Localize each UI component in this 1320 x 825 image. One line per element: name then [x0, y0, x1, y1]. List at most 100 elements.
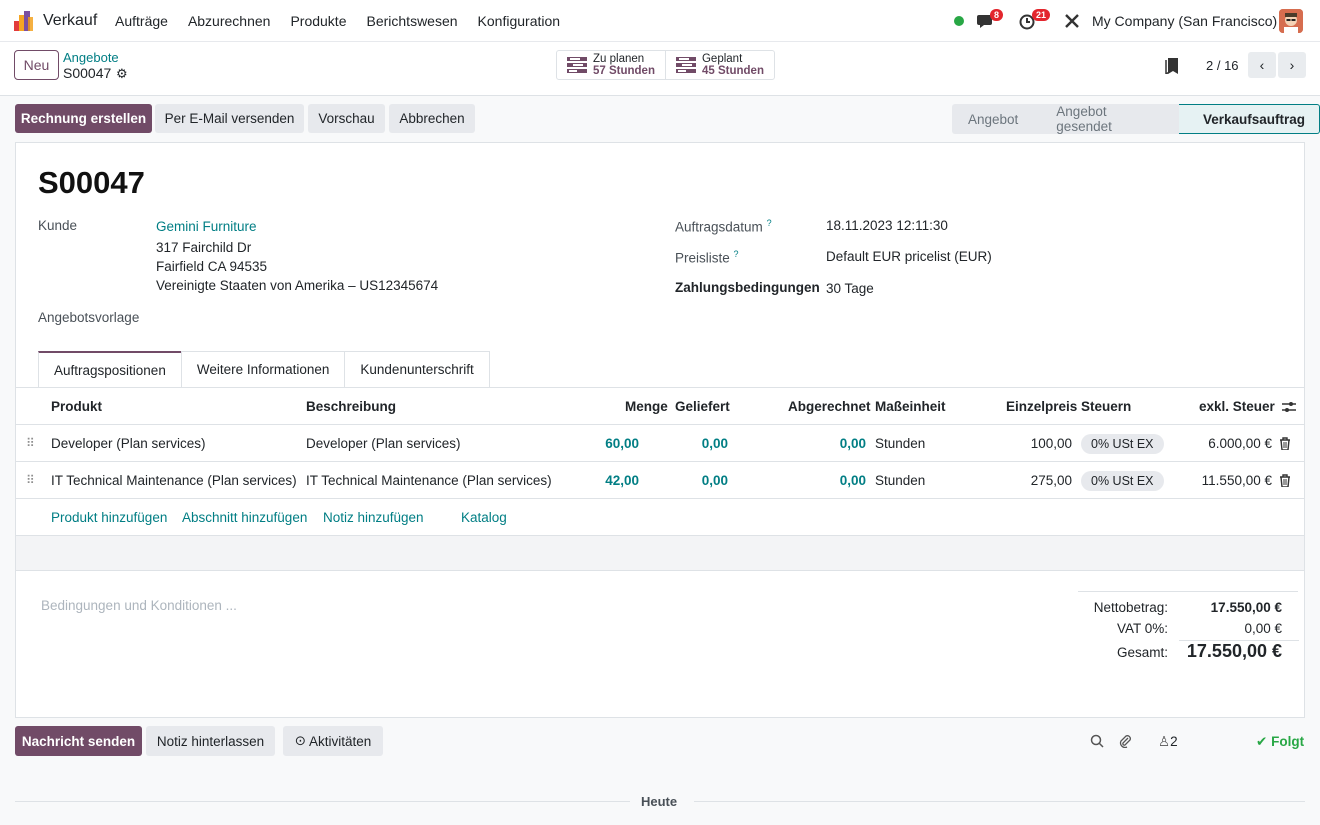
- delete-row-trash-icon[interactable]: [1279, 474, 1291, 487]
- person-icon: ♙: [1158, 734, 1171, 749]
- breadcrumb-quotations[interactable]: Angebote: [63, 50, 119, 65]
- debug-tools-icon[interactable]: [1063, 12, 1081, 30]
- row-delivered[interactable]: 0,00: [656, 473, 728, 488]
- breadcrumb-current: S00047: [63, 65, 112, 81]
- catalog-link[interactable]: Katalog: [461, 510, 507, 525]
- row-description[interactable]: IT Technical Maintenance (Plan services): [306, 473, 552, 488]
- tab-other-info[interactable]: Weitere Informationen: [180, 351, 346, 387]
- add-section-link[interactable]: Abschnitt hinzufügen: [182, 510, 307, 525]
- col-header-delivered[interactable]: Geliefert: [675, 399, 730, 414]
- smart-value: 57 Stunden: [593, 65, 655, 77]
- date-divider-right: [694, 801, 1305, 802]
- check-icon: ✔: [1256, 734, 1268, 749]
- smart-button-planned[interactable]: Geplant 45 Stunden: [666, 51, 774, 79]
- tab-order-lines[interactable]: Auftragspositionen: [38, 351, 182, 387]
- delete-row-trash-icon[interactable]: [1279, 437, 1291, 450]
- add-product-link[interactable]: Produkt hinzufügen: [51, 510, 167, 525]
- row-invoiced: 0,00: [839, 436, 866, 451]
- following-button[interactable]: ✔ Folgt: [1256, 734, 1304, 750]
- app-name[interactable]: Verkauf: [43, 12, 97, 30]
- user-avatar[interactable]: [1279, 9, 1303, 33]
- row-divider: [16, 461, 1304, 462]
- sales-app-icon[interactable]: [14, 11, 34, 31]
- row-uom[interactable]: Stunden: [875, 436, 925, 451]
- stage-quotation-sent[interactable]: Angebot gesendet: [1032, 104, 1179, 134]
- col-header-subtotal[interactable]: exkl. Steuer: [1199, 399, 1275, 414]
- paperclip-icon[interactable]: [1118, 734, 1132, 748]
- tab-customer-signature[interactable]: Kundenunterschrift: [344, 351, 490, 387]
- col-header-invoiced[interactable]: Abgerechnet: [788, 399, 871, 414]
- followers-count: 2: [1170, 734, 1178, 749]
- menu-item-products[interactable]: Produkte: [290, 13, 346, 29]
- menu-item-to-invoice[interactable]: Abzurechnen: [188, 13, 271, 29]
- company-switcher[interactable]: My Company (San Francisco): [1092, 13, 1277, 29]
- row-price[interactable]: 100,00: [996, 436, 1072, 451]
- net-amount-label: Nettobetrag:: [1093, 600, 1168, 615]
- following-label: Folgt: [1271, 734, 1305, 749]
- send-email-button[interactable]: Per E-Mail versenden: [155, 104, 304, 133]
- terms-conditions-input[interactable]: Bedingungen und Konditionen ...: [41, 598, 237, 613]
- row-product[interactable]: IT Technical Maintenance (Plan services): [51, 473, 297, 488]
- row-qty[interactable]: 60,00: [576, 436, 639, 451]
- presence-status-icon[interactable]: [954, 16, 964, 26]
- smart-label: Zu planen: [593, 53, 645, 65]
- order-date-value[interactable]: 18.11.2023 12:11:30: [826, 218, 948, 233]
- col-header-product[interactable]: Produkt: [51, 399, 102, 414]
- row-invoiced: 0,00: [839, 473, 866, 488]
- drag-handle-icon[interactable]: ⠿: [26, 436, 35, 450]
- menu-item-reporting[interactable]: Berichtswesen: [367, 13, 458, 29]
- row-tax-tag[interactable]: 0% USt EX: [1081, 471, 1164, 491]
- new-button[interactable]: Neu: [14, 50, 59, 80]
- col-header-uom[interactable]: Maßeinheit: [875, 399, 946, 414]
- order-date-label-text: Auftragsdatum: [675, 219, 763, 235]
- col-header-taxes[interactable]: Steuern: [1081, 399, 1131, 414]
- row-uom[interactable]: Stunden: [875, 473, 925, 488]
- bookmark-icon[interactable]: [1165, 58, 1179, 74]
- help-icon[interactable]: ?: [767, 218, 772, 228]
- top-navbar: Verkauf Aufträge Abzurechnen Produkte Be…: [0, 0, 1320, 42]
- net-amount-value: 17.550,00 €: [1210, 600, 1282, 615]
- date-separator-today: Heute: [641, 794, 678, 809]
- col-header-qty[interactable]: Menge: [625, 399, 668, 414]
- smart-value: 45 Stunden: [701, 65, 764, 77]
- pricelist-value[interactable]: Default EUR pricelist (EUR): [826, 249, 992, 264]
- smart-button-to-plan[interactable]: Zu planen 57 Stunden: [557, 51, 666, 79]
- pager-next-button[interactable]: ›: [1278, 52, 1306, 78]
- quotation-template-label: Angebotsvorlage: [38, 310, 140, 325]
- row-description[interactable]: Developer (Plan services): [306, 436, 461, 451]
- log-note-button[interactable]: Notiz hinterlassen: [146, 726, 275, 756]
- followers-button[interactable]: ♙2: [1158, 734, 1178, 750]
- pager-value[interactable]: 2 / 16: [1206, 58, 1239, 73]
- payment-terms-value[interactable]: 30 Tage: [826, 281, 874, 296]
- activities-button[interactable]: ⊙ Aktivitäten: [283, 726, 383, 756]
- drag-handle-icon[interactable]: ⠿: [26, 473, 35, 487]
- smart-label: Geplant: [701, 53, 743, 65]
- cancel-button[interactable]: Abbrechen: [389, 104, 475, 133]
- menu-item-orders[interactable]: Aufträge: [115, 13, 168, 29]
- order-number-title: S00047: [38, 165, 145, 200]
- send-message-button[interactable]: Nachricht senden: [15, 726, 142, 756]
- pager-previous-button[interactable]: ‹: [1248, 52, 1276, 78]
- help-icon[interactable]: ?: [734, 249, 739, 259]
- row-subtotal: 6.000,00 €: [1208, 436, 1272, 451]
- preview-button[interactable]: Vorschau: [308, 104, 385, 133]
- tabs-divider: [16, 387, 1304, 388]
- optional-columns-icon[interactable]: [1282, 400, 1296, 414]
- date-divider-left: [15, 801, 630, 802]
- stage-sales-order[interactable]: Verkaufsauftrag: [1178, 104, 1320, 134]
- row-tax-tag[interactable]: 0% USt EX: [1081, 434, 1164, 454]
- row-product[interactable]: Developer (Plan services): [51, 436, 206, 451]
- gear-icon[interactable]: ⚙: [116, 66, 128, 82]
- create-invoice-button[interactable]: Rechnung erstellen: [15, 104, 152, 133]
- stage-quotation[interactable]: Angebot: [952, 104, 1033, 134]
- col-header-description[interactable]: Beschreibung: [306, 399, 396, 414]
- notebook-tabs: Auftragspositionen Weitere Informationen…: [38, 351, 490, 387]
- row-qty[interactable]: 42,00: [576, 473, 639, 488]
- menu-item-configuration[interactable]: Konfiguration: [478, 13, 561, 29]
- row-delivered[interactable]: 0,00: [656, 436, 728, 451]
- row-price[interactable]: 275,00: [996, 473, 1072, 488]
- add-note-link[interactable]: Notiz hinzufügen: [323, 510, 424, 525]
- col-header-price[interactable]: Einzelpreis: [1006, 399, 1077, 414]
- search-icon[interactable]: [1090, 734, 1104, 748]
- customer-name-link[interactable]: Gemini Furniture: [156, 219, 257, 234]
